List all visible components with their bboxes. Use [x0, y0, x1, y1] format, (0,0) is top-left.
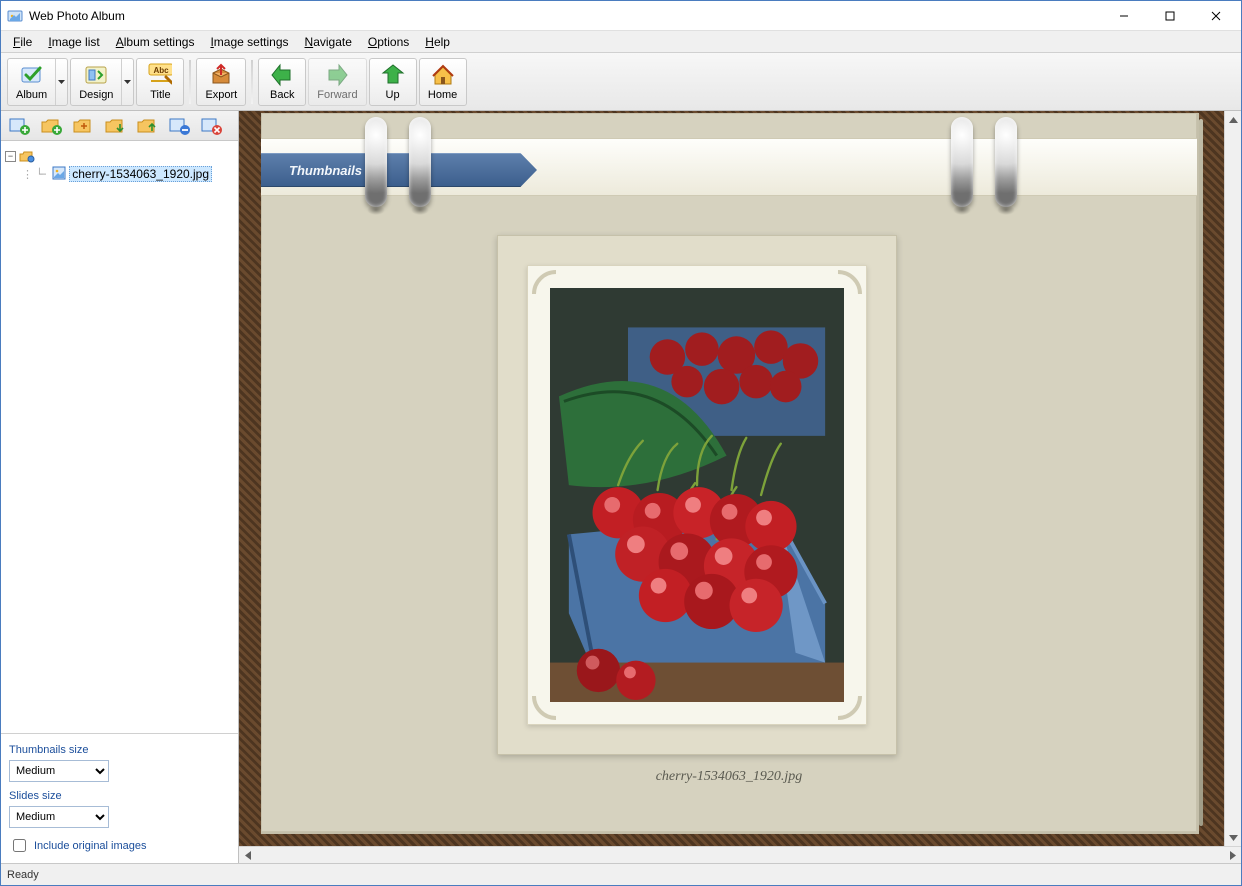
scroll-down-button[interactable]	[1225, 829, 1241, 846]
scroll-left-button[interactable]	[239, 847, 256, 863]
left-panel: − ⋮ └╴ cherry-1534063_1920.jpg Thumbnail…	[1, 111, 239, 863]
menu-album-settings[interactable]: Album settings	[108, 31, 203, 52]
up-arrow-icon	[381, 63, 405, 87]
export-box-icon	[209, 63, 233, 87]
menu-image-list[interactable]: Image list	[40, 31, 107, 52]
album-root-icon	[19, 148, 35, 164]
album-label: Album	[16, 89, 47, 101]
title-button[interactable]: Abc Title	[136, 58, 184, 106]
back-arrow-icon	[270, 63, 294, 87]
slides-size-select[interactable]: Medium	[9, 806, 109, 828]
up-button[interactable]: Up	[369, 58, 417, 106]
image-tree[interactable]: − ⋮ └╴ cherry-1534063_1920.jpg	[1, 141, 238, 733]
menu-navigate[interactable]: Navigate	[297, 31, 360, 52]
image-list-toolbar	[1, 111, 238, 141]
forward-arrow-icon	[325, 63, 349, 87]
folder-open-button[interactable]	[69, 113, 99, 139]
status-text: Ready	[7, 869, 39, 881]
app-icon	[7, 8, 23, 24]
thumbnails-size-select[interactable]: Medium	[9, 760, 109, 782]
album-dropdown[interactable]	[55, 59, 67, 105]
slides-size-label: Slides size	[9, 790, 230, 802]
title-abc-icon: Abc	[148, 63, 172, 87]
close-button[interactable]	[1193, 1, 1239, 31]
album-page: Thumbnails	[261, 113, 1199, 834]
collapse-icon[interactable]: −	[5, 151, 16, 162]
scroll-up-button[interactable]	[1225, 111, 1241, 128]
export-button[interactable]: Export	[196, 58, 246, 106]
add-folder-button[interactable]	[37, 113, 67, 139]
up-label: Up	[386, 89, 400, 101]
binder-ring-icon	[365, 117, 387, 207]
left-options: Thumbnails size Medium Slides size Mediu…	[1, 733, 238, 863]
menu-file[interactable]: File	[5, 31, 40, 52]
design-dropdown[interactable]	[121, 59, 133, 105]
tree-item-label[interactable]: cherry-1534063_1920.jpg	[69, 166, 212, 182]
include-original-row[interactable]: Include original images	[9, 836, 230, 855]
vertical-scrollbar[interactable]	[1224, 111, 1241, 846]
minimize-button[interactable]	[1101, 1, 1147, 31]
title-label: Title	[150, 89, 170, 101]
album-check-icon	[20, 63, 44, 87]
title-bar: Web Photo Album	[1, 1, 1241, 31]
maximize-button[interactable]	[1147, 1, 1193, 31]
thumbnail-card[interactable]	[497, 235, 897, 755]
delete-image-button[interactable]	[197, 113, 227, 139]
design-icon	[84, 63, 108, 87]
scroll-right-button[interactable]	[1224, 847, 1241, 863]
folder-down-button[interactable]	[101, 113, 131, 139]
thumbnail-photo	[550, 288, 844, 702]
back-label: Back	[270, 89, 294, 101]
album-button[interactable]: Album	[7, 58, 68, 106]
home-label: Home	[428, 89, 457, 101]
window-title: Web Photo Album	[29, 9, 125, 23]
status-bar: Ready	[1, 863, 1241, 885]
toolbar-separator	[189, 60, 191, 104]
tree-root[interactable]: −	[5, 147, 234, 165]
main-toolbar: Album Design Abc Title Export Back Forwa…	[1, 53, 1241, 111]
menu-image-settings[interactable]: Image settings	[202, 31, 296, 52]
menu-help[interactable]: Help	[417, 31, 458, 52]
back-button[interactable]: Back	[258, 58, 306, 106]
folder-up-button[interactable]	[133, 113, 163, 139]
binder-ring-icon	[995, 117, 1017, 207]
image-file-icon	[52, 166, 66, 183]
forward-button: Forward	[308, 58, 366, 106]
export-label: Export	[205, 89, 237, 101]
thumbnails-size-label: Thumbnails size	[9, 744, 230, 756]
include-original-label: Include original images	[34, 840, 147, 852]
binder-ring-icon	[951, 117, 973, 207]
toolbar-separator-2	[251, 60, 253, 104]
thumbnails-ribbon: Thumbnails	[261, 153, 537, 187]
tree-item[interactable]: ⋮ └╴ cherry-1534063_1920.jpg	[22, 165, 234, 183]
ribbon-label: Thumbnails	[289, 163, 362, 178]
add-image-button[interactable]	[5, 113, 35, 139]
thumbnail-frame	[527, 265, 867, 725]
menu-bar: File Image list Album settings Image set…	[1, 31, 1241, 53]
home-button[interactable]: Home	[419, 58, 467, 106]
thumbnail-caption: cherry-1534063_1920.jpg	[261, 769, 1197, 785]
horizontal-scrollbar[interactable]	[239, 846, 1241, 863]
forward-label: Forward	[317, 89, 357, 101]
include-original-checkbox[interactable]	[13, 839, 26, 852]
menu-options[interactable]: Options	[360, 31, 417, 52]
design-button[interactable]: Design	[70, 58, 134, 106]
design-label: Design	[79, 89, 113, 101]
preview-stage: Thumbnails	[239, 111, 1224, 846]
home-icon	[431, 63, 455, 87]
preview-panel: Thumbnails	[239, 111, 1241, 863]
binder-ring-icon	[409, 117, 431, 207]
remove-image-button[interactable]	[165, 113, 195, 139]
svg-text:Abc: Abc	[154, 66, 170, 75]
